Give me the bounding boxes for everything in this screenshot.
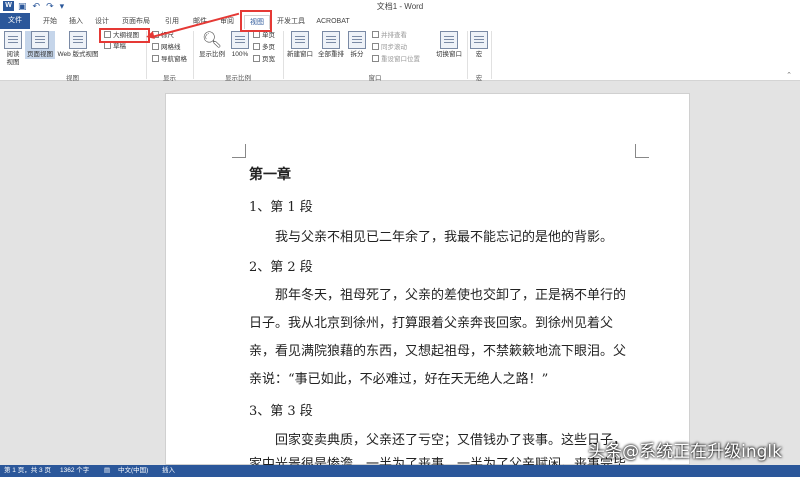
language-indicator[interactable]: 中文(中国)	[118, 465, 148, 477]
collapse-ribbon-icon[interactable]: ⌃	[786, 71, 792, 79]
arrange-all-icon	[322, 31, 340, 49]
multiple-pages-icon	[253, 43, 260, 50]
side-by-side-icon	[372, 31, 379, 38]
one-page-button[interactable]: 单页	[253, 31, 275, 40]
reset-window-position-button[interactable]: 重设窗口位置	[372, 55, 420, 64]
window-title: 文档1 - Word	[376, 2, 424, 11]
macros-button[interactable]: 宏	[469, 31, 489, 59]
tab-developer[interactable]: 开发工具	[274, 15, 308, 29]
tab-references[interactable]: 引用	[160, 15, 184, 29]
insert-mode-indicator[interactable]: 插入	[162, 465, 175, 477]
new-window-icon	[291, 31, 309, 49]
tab-acrobat[interactable]: ACROBAT	[313, 15, 353, 29]
margin-mark	[635, 144, 649, 158]
tab-home[interactable]: 开始	[38, 15, 62, 29]
ribbon-tabs: 文件 开始 插入 设计 页面布局 引用 邮件 审阅 视图 开发工具 ACROBA…	[0, 13, 800, 29]
gridlines-checkbox[interactable]: 网格线	[152, 43, 181, 52]
web-layout-button[interactable]: Web 版式视图	[57, 31, 99, 59]
zoom-100-button[interactable]: 100%	[229, 31, 251, 59]
print-layout-button[interactable]: 页面视图	[25, 31, 55, 59]
split-icon	[348, 31, 366, 49]
paragraph-line: 我与父亲不相见已二年余了，我最不能忘记的是他的背影。	[275, 230, 614, 245]
draft-view-button[interactable]: 草稿	[104, 42, 126, 51]
views-group-label: 视图	[66, 75, 79, 82]
outline-view-highlight	[99, 28, 150, 43]
paragraph-line: 日子。我从北京到徐州，打算跟着父亲奔丧回家。到徐州见着父	[249, 316, 614, 331]
multiple-pages-button[interactable]: 多页	[253, 43, 275, 52]
tab-design[interactable]: 设计	[90, 15, 114, 29]
web-layout-icon	[69, 31, 87, 49]
zoom-button[interactable]: 🔍︎ 显示比例	[196, 31, 228, 59]
arrange-all-button[interactable]: 全部重排	[316, 31, 346, 59]
tab-file[interactable]: 文件	[0, 13, 30, 29]
tab-insert[interactable]: 插入	[64, 15, 88, 29]
switch-windows-button[interactable]: 切换窗口	[432, 31, 466, 59]
view-side-by-side-button[interactable]: 并排查看	[372, 31, 407, 40]
paragraph-line: 亲说：“事已如此，不必难过，好在天无绝人之路！”	[249, 372, 549, 387]
paragraph-line: 回家变卖典质，父亲还了亏空；又借钱办了丧事。这些日子，	[275, 433, 627, 448]
navigation-pane-checkbox[interactable]: 导航窗格	[152, 55, 187, 64]
paragraph-line: 那年冬天，祖母死了，父亲的差使也交卸了，正是祸不单行的	[275, 288, 627, 303]
read-mode-button[interactable]: 阅读 视图	[2, 31, 24, 67]
section-heading: 2、第 2 段	[249, 260, 313, 275]
word-count[interactable]: 1362 个字	[60, 465, 89, 477]
proofing-icon[interactable]: ▤	[104, 465, 110, 477]
print-layout-icon	[31, 31, 49, 49]
window-group-label: 窗口	[368, 75, 382, 82]
view-tab-highlight	[240, 10, 272, 32]
divider	[491, 31, 492, 79]
page-width-icon	[253, 55, 260, 62]
watermark: 头条@系统正在升级inglk	[588, 442, 782, 462]
zoom-100-icon	[231, 31, 249, 49]
magnifier-icon: 🔍︎	[201, 32, 223, 49]
new-window-button[interactable]: 新建窗口	[285, 31, 315, 59]
synchronous-scrolling-button[interactable]: 同步滚动	[372, 43, 407, 52]
sync-scroll-icon	[372, 43, 379, 50]
section-heading: 1、第 1 段	[249, 200, 313, 215]
zoom-group-label: 显示比例	[225, 75, 251, 82]
macros-icon	[470, 31, 488, 49]
show-group-label: 显示	[163, 75, 176, 82]
split-button[interactable]: 拆分	[347, 31, 367, 59]
macros-group-label: 宏	[475, 75, 483, 82]
page-width-button[interactable]: 页宽	[253, 55, 275, 64]
reset-position-icon	[372, 55, 379, 62]
document-page[interactable]: 第一章 1、第 1 段 我与父亲不相见已二年余了，我最不能忘记的是他的背影。 2…	[165, 93, 690, 466]
switch-windows-icon	[440, 31, 458, 49]
title-bar: W ▣ ↶ ↷ ▾ 文档1 - Word	[0, 0, 800, 13]
margin-mark	[232, 144, 246, 158]
status-bar: 第 1 页，共 3 页 1362 个字 ▤ 中文(中国) 插入	[0, 465, 800, 477]
chapter-heading: 第一章	[249, 167, 291, 183]
one-page-icon	[253, 31, 260, 38]
tab-page-layout[interactable]: 页面布局	[117, 15, 155, 29]
page-count[interactable]: 第 1 页，共 3 页	[4, 465, 51, 477]
section-heading: 3、第 3 段	[249, 404, 313, 419]
paragraph-line: 亲，看见满院狼藉的东西，又想起祖母，不禁簌簌地流下眼泪。父	[249, 344, 627, 359]
draft-icon	[104, 42, 111, 49]
read-mode-icon	[4, 31, 22, 49]
